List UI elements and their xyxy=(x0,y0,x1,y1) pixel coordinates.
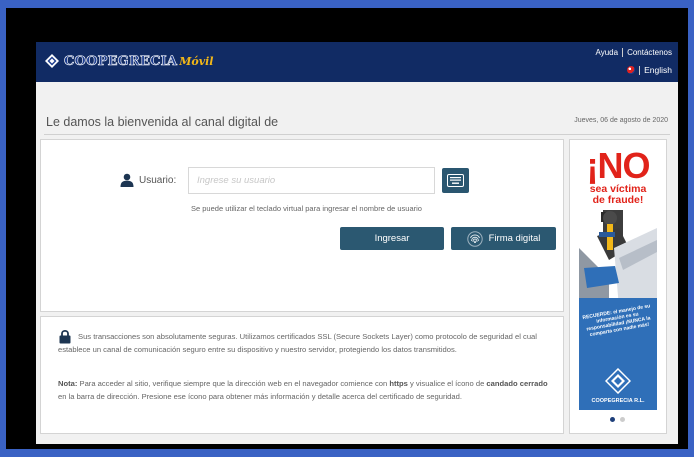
fraud-banner[interactable]: ¡NO sea víctima de fraude! RECUERDE: el … xyxy=(579,148,657,410)
fingerprint-icon xyxy=(466,230,483,247)
language-link[interactable]: English xyxy=(644,65,672,75)
lock-text: candado cerrado xyxy=(486,379,548,388)
divider xyxy=(44,134,670,135)
note-text: Para acceder al sitio, verifique siempre… xyxy=(77,379,390,388)
keyboard-icon xyxy=(447,174,464,187)
divider xyxy=(622,48,624,57)
note-text: y visualice el ícono de xyxy=(407,379,487,388)
screen: COOPEGRECIA Móvil Ayuda Contáctenos Engl… xyxy=(36,42,678,444)
virtual-keyboard-button[interactable] xyxy=(442,168,469,193)
username-input[interactable] xyxy=(188,167,435,194)
banner-subline: sea víctima de fraude! xyxy=(579,184,657,206)
diamond-logo-icon xyxy=(45,54,59,68)
carousel-dots xyxy=(610,417,625,422)
https-text: https xyxy=(389,379,408,388)
brand-name: COOPEGRECIA xyxy=(64,53,178,69)
keyboard-hint: Se puede utilizar el teclado virtual par… xyxy=(191,204,422,213)
current-date: Jueves, 06 de agosto de 2020 xyxy=(574,117,668,124)
header-bar: COOPEGRECIA Móvil Ayuda Contáctenos Engl… xyxy=(36,42,678,82)
contact-link[interactable]: Contáctenos xyxy=(627,48,672,57)
banner-brand: COOPEGRECIA R.L. xyxy=(591,398,645,404)
username-label: Usuario: xyxy=(139,175,177,186)
brand-logo[interactable]: COOPEGRECIA Móvil xyxy=(44,53,213,69)
digital-signature-button[interactable]: Firma digital xyxy=(451,227,556,250)
login-button[interactable]: Ingresar xyxy=(340,227,444,250)
flag-icon xyxy=(627,66,636,74)
security-text: Sus transacciones son absolutamente segu… xyxy=(58,332,537,354)
note-label: Nota: xyxy=(58,379,78,388)
top-links: Ayuda Contáctenos xyxy=(596,48,672,57)
login-panel: Usuario: Se puede utilizar el teclado vi… xyxy=(40,139,564,312)
carousel-dot-1[interactable] xyxy=(610,417,615,422)
device-frame: COOPEGRECIA Móvil Ayuda Contáctenos Engl… xyxy=(6,8,688,449)
brand-subtitle: Móvil xyxy=(179,54,214,68)
banner-headline: ¡NO xyxy=(586,148,651,186)
shield-emblem-icon xyxy=(605,368,631,394)
banner-subline-2: de fraude! xyxy=(592,194,644,206)
login-button-label: Ingresar xyxy=(374,233,410,244)
language-switch[interactable]: English xyxy=(627,65,672,75)
security-notice: Sus transacciones son absolutamente segu… xyxy=(40,316,564,434)
hacker-illustration xyxy=(579,208,657,308)
note-text: en la barra de dirección. Presione ese í… xyxy=(58,392,462,401)
page-title: Le damos la bienvenida al canal digital … xyxy=(46,115,279,129)
user-icon xyxy=(120,173,134,187)
carousel-dot-2[interactable] xyxy=(620,417,625,422)
security-note: Nota: Para acceder al sitio, verifique s… xyxy=(58,377,549,403)
digital-signature-label: Firma digital xyxy=(488,233,541,244)
divider xyxy=(639,65,641,75)
help-link[interactable]: Ayuda xyxy=(596,48,619,57)
fraud-banner-panel: ¡NO sea víctima de fraude! RECUERDE: el … xyxy=(569,139,667,434)
